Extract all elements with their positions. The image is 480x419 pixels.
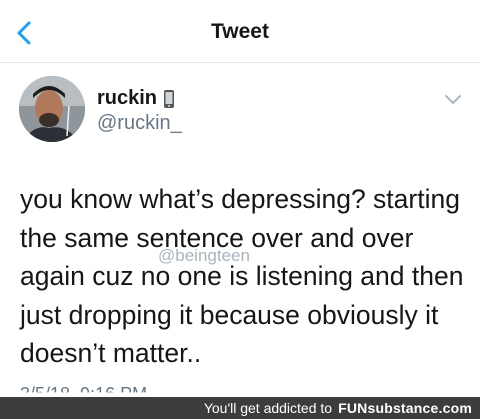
phone-icon xyxy=(164,89,175,108)
page-title: Tweet xyxy=(211,20,269,43)
brand-fun: FUN xyxy=(338,400,368,416)
footer-tagline: You'll get addicted to xyxy=(203,400,333,416)
avatar[interactable] xyxy=(19,76,85,142)
footer-banner[interactable]: You'll get addicted to FUNsubstance.com xyxy=(0,397,480,419)
brand-logo: FUNsubstance.com xyxy=(338,400,472,416)
navigation-bar: Tweet xyxy=(0,0,480,63)
watermark: @beingteen xyxy=(158,246,250,265)
user-handle[interactable]: @ruckin_ xyxy=(97,112,182,135)
brand-substance: substance xyxy=(367,400,439,416)
brand-domain: .com xyxy=(438,400,472,416)
display-name[interactable]: ruckin xyxy=(97,87,175,110)
tweet-text: you know what’s depressing? starting the… xyxy=(20,184,464,368)
chevron-down-icon[interactable] xyxy=(444,94,462,106)
display-name-text: ruckin xyxy=(97,87,158,109)
